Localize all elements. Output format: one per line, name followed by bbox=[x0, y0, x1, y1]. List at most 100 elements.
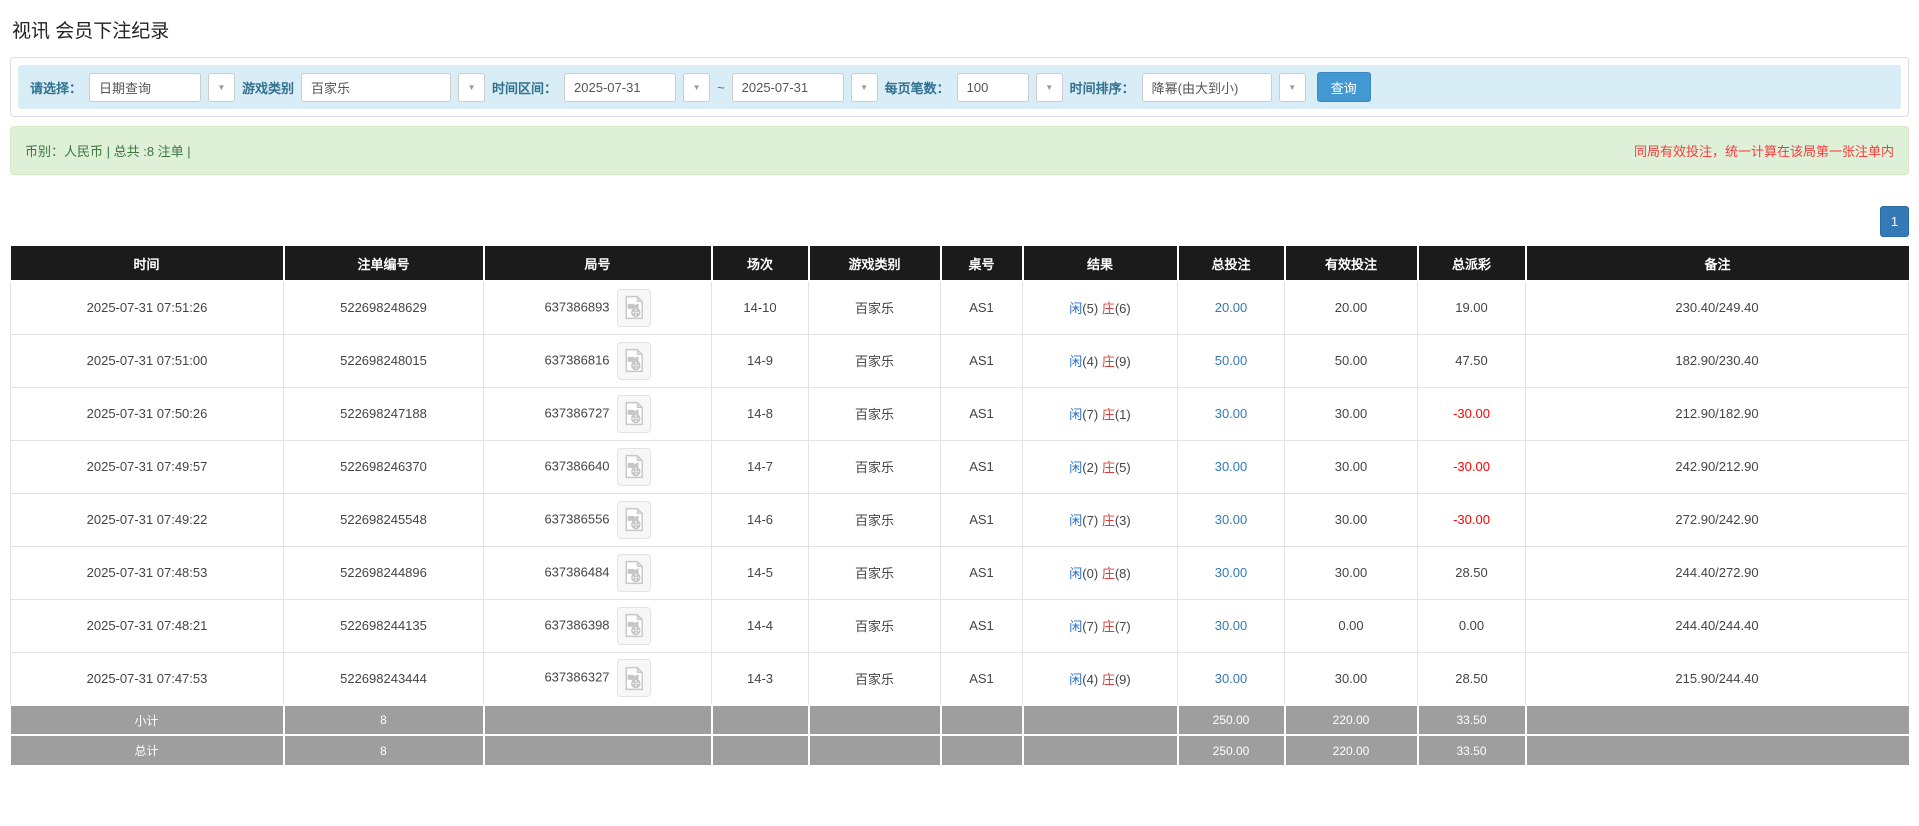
result-player-label: 闲 bbox=[1069, 407, 1083, 422]
total-bet-link[interactable]: 30.00 bbox=[1215, 618, 1248, 633]
time-sort-label: 时间排序： bbox=[1069, 80, 1135, 96]
payout-cell: -30.00 bbox=[1417, 439, 1526, 494]
game-type-cell: 百家乐 bbox=[808, 333, 941, 388]
page-size-caret-button[interactable]: ▼ bbox=[1035, 72, 1063, 102]
video-replay-button[interactable] bbox=[616, 553, 651, 592]
result-cell: 闲(7) 庄(3) bbox=[1022, 492, 1178, 547]
date-to-select[interactable]: 2025-07-31 bbox=[731, 72, 844, 102]
caret-down-icon: ▼ bbox=[1288, 82, 1297, 92]
video-replay-button[interactable] bbox=[616, 288, 651, 327]
video-replay-button[interactable] bbox=[616, 606, 651, 645]
result-player-score: (7) bbox=[1082, 407, 1099, 422]
game-type-select[interactable]: 百家乐 bbox=[301, 72, 452, 102]
header-game-type: 游戏类别 bbox=[808, 246, 942, 282]
total-bet-link[interactable]: 30.00 bbox=[1215, 406, 1248, 421]
date-from-select[interactable]: 2025-07-31 bbox=[564, 72, 677, 102]
table-row: 2025-07-31 07:48:21 522698244135 6373863… bbox=[10, 598, 1909, 653]
round-no-value: 637386727 bbox=[544, 404, 610, 420]
video-replay-button[interactable] bbox=[616, 447, 651, 486]
caret-down-icon: ▼ bbox=[860, 82, 869, 92]
table-row: 2025-07-31 07:48:53 522698244896 6373864… bbox=[10, 545, 1909, 600]
page-1-button[interactable]: 1 bbox=[1880, 206, 1909, 237]
table-footer: 小计 8 250.00 220.00 33.50 总计 8 250.00 220… bbox=[10, 704, 1909, 765]
grand-total-count: 8 bbox=[283, 734, 485, 765]
total-bet-link[interactable]: 20.00 bbox=[1215, 300, 1248, 315]
result-banker-label: 庄 bbox=[1101, 460, 1115, 475]
result-banker-label: 庄 bbox=[1101, 566, 1115, 581]
total-bet-cell: 50.00 bbox=[1177, 333, 1285, 388]
session-cell: 14-10 bbox=[711, 280, 809, 335]
round-no-value: 637386327 bbox=[544, 669, 610, 685]
total-bet-link[interactable]: 50.00 bbox=[1215, 353, 1248, 368]
search-button[interactable]: 查询 bbox=[1316, 72, 1371, 102]
page-size-select[interactable]: 100 bbox=[956, 72, 1029, 102]
total-bet-link[interactable]: 30.00 bbox=[1215, 459, 1248, 474]
page-container: 视讯 会员下注纪录 请选择： 日期查询 ▼ 游戏类别 百家乐 ▼ 时间区间： 2… bbox=[0, 0, 1919, 765]
note-cell: 244.40/244.40 bbox=[1525, 598, 1909, 653]
payout-cell: -30.00 bbox=[1417, 492, 1526, 547]
result-banker-score: (6) bbox=[1114, 301, 1131, 317]
game-type-cell: 百家乐 bbox=[808, 386, 941, 441]
video-replay-button[interactable] bbox=[616, 394, 651, 433]
result-player-label: 闲 bbox=[1069, 566, 1083, 581]
table-no-cell: AS1 bbox=[940, 439, 1023, 494]
time-sort-caret-button[interactable]: ▼ bbox=[1278, 72, 1306, 102]
header-note: 备注 bbox=[1525, 246, 1909, 282]
table-no-cell: AS1 bbox=[940, 598, 1023, 653]
game-type-cell: 百家乐 bbox=[808, 439, 941, 494]
query-type-select[interactable]: 日期查询 bbox=[89, 72, 202, 102]
round-no-cell: 637386640 bbox=[483, 439, 712, 494]
video-file-icon bbox=[625, 348, 643, 373]
grand-total-row: 总计 8 250.00 220.00 33.50 bbox=[10, 734, 1909, 765]
result-player-label: 闲 bbox=[1069, 513, 1083, 528]
header-result: 结果 bbox=[1022, 246, 1179, 282]
total-bet-cell: 30.00 bbox=[1177, 545, 1285, 600]
result-player-label: 闲 bbox=[1069, 301, 1083, 317]
video-replay-button[interactable] bbox=[616, 341, 651, 380]
grand-total-total-bet: 250.00 bbox=[1177, 734, 1286, 765]
time-cell: 2025-07-31 07:49:57 bbox=[10, 439, 284, 494]
bet-no-cell: 522698245548 bbox=[283, 492, 484, 547]
time-cell: 2025-07-31 07:51:26 bbox=[10, 280, 284, 335]
total-bet-link[interactable]: 30.00 bbox=[1215, 512, 1248, 527]
video-replay-button[interactable] bbox=[616, 500, 651, 539]
date-from-caret-button[interactable]: ▼ bbox=[683, 72, 711, 102]
date-to-caret-button[interactable]: ▼ bbox=[850, 72, 878, 102]
subtotal-row: 小计 8 250.00 220.00 33.50 bbox=[10, 704, 1909, 735]
total-bet-link[interactable]: 30.00 bbox=[1215, 671, 1248, 686]
result-player-label: 闲 bbox=[1069, 671, 1083, 687]
table-no-cell: AS1 bbox=[940, 386, 1023, 441]
subtotal-total-bet: 250.00 bbox=[1177, 704, 1286, 735]
valid-bet-cell: 0.00 bbox=[1284, 598, 1418, 653]
valid-bet-cell: 50.00 bbox=[1284, 333, 1418, 388]
bet-no-cell: 522698247188 bbox=[283, 386, 484, 441]
result-banker-score: (8) bbox=[1114, 566, 1131, 581]
total-bet-cell: 30.00 bbox=[1177, 386, 1285, 441]
table-header: 时间 注单编号 局号 场次 游戏类别 桌号 结果 总投注 有效投注 总派彩 备注 bbox=[10, 246, 1909, 282]
caret-down-icon: ▼ bbox=[467, 82, 476, 92]
game-type-label: 游戏类别 bbox=[242, 80, 295, 96]
total-bet-cell: 30.00 bbox=[1177, 439, 1285, 494]
time-cell: 2025-07-31 07:47:53 bbox=[10, 651, 284, 706]
subtotal-count: 8 bbox=[283, 704, 485, 735]
game-type-caret-button[interactable]: ▼ bbox=[458, 72, 486, 102]
result-player-score: (2) bbox=[1082, 460, 1099, 475]
payout-cell: 47.50 bbox=[1417, 333, 1526, 388]
total-bet-link[interactable]: 30.00 bbox=[1215, 565, 1248, 580]
round-no-value: 637386893 bbox=[544, 299, 610, 315]
payout-cell: 28.50 bbox=[1417, 545, 1526, 600]
result-player-score: (7) bbox=[1082, 513, 1099, 528]
query-type-caret-button[interactable]: ▼ bbox=[208, 72, 236, 102]
note-cell: 242.90/212.90 bbox=[1525, 439, 1909, 494]
time-sort-select[interactable]: 降幂(由大到小) bbox=[1141, 72, 1272, 102]
result-banker-label: 庄 bbox=[1101, 671, 1115, 687]
video-replay-button[interactable] bbox=[616, 659, 651, 698]
table-no-cell: AS1 bbox=[940, 651, 1023, 706]
table-row: 2025-07-31 07:51:00 522698248015 6373868… bbox=[10, 333, 1909, 388]
game-type-cell: 百家乐 bbox=[808, 651, 941, 706]
payout-cell: 19.00 bbox=[1417, 280, 1526, 335]
bet-no-cell: 522698248015 bbox=[283, 333, 484, 388]
session-cell: 14-5 bbox=[711, 545, 809, 600]
header-session: 场次 bbox=[711, 246, 810, 282]
result-banker-score: (1) bbox=[1114, 407, 1131, 422]
